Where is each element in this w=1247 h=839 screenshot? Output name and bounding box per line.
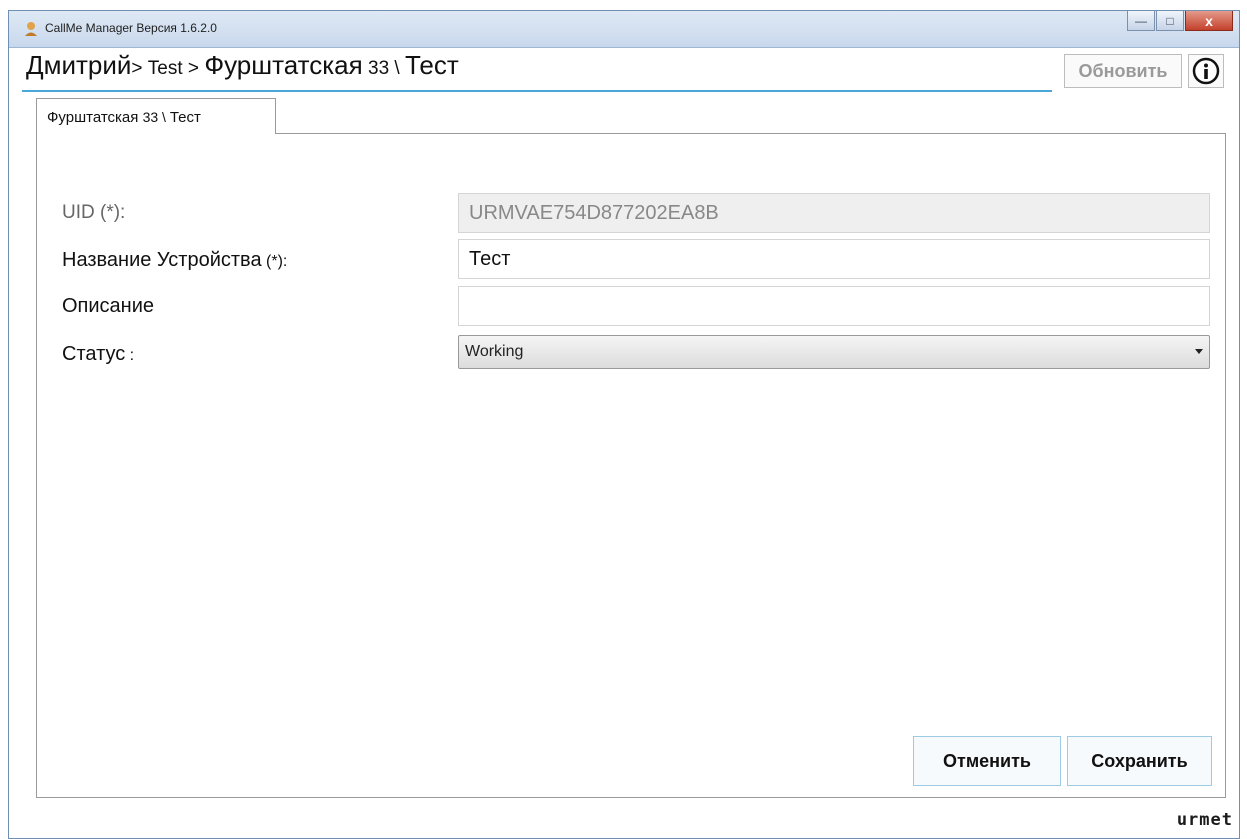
info-icon [1192, 57, 1220, 85]
window-controls: — □ x [1126, 11, 1233, 33]
description-label: Описание [62, 295, 155, 317]
maximize-button[interactable]: □ [1156, 11, 1184, 31]
status-selected-value: Working [465, 343, 524, 360]
uid-label: UID (*): [62, 202, 126, 223]
cancel-button[interactable]: Отменить [913, 736, 1061, 786]
breadcrumb-header: Дмитрий> Test > Фурштатская 33 \ Тест [22, 44, 1052, 92]
info-button[interactable] [1188, 54, 1224, 88]
urmet-logo: urmet [1176, 810, 1233, 830]
breadcrumb-separator: > [182, 58, 205, 79]
breadcrumb-number: 33 \ [362, 58, 405, 79]
save-button[interactable]: Сохранить [1067, 736, 1212, 786]
description-input[interactable] [458, 286, 1210, 326]
tab-label-number: 33 \ [142, 109, 170, 125]
breadcrumb-user[interactable]: Дмитрий [26, 50, 131, 80]
device-name-input[interactable]: Тест [458, 239, 1210, 279]
breadcrumb-group[interactable]: Test [148, 58, 183, 79]
tab-label-location: Фурштатская [47, 109, 143, 126]
minimize-icon: — [1135, 13, 1147, 28]
breadcrumb-device: Тест [404, 50, 459, 80]
dropdown-arrow-icon [1195, 349, 1203, 354]
close-button[interactable]: x [1185, 11, 1233, 31]
uid-value: URMVAE754D877202EA8B [469, 201, 719, 224]
window-title: CallMe Manager Версия 1.6.2.0 [45, 21, 217, 35]
refresh-button[interactable]: Обновить [1064, 54, 1182, 88]
close-icon: x [1205, 12, 1213, 29]
user-app-icon [25, 22, 37, 36]
breadcrumb-location[interactable]: Фурштатская [204, 50, 362, 80]
breadcrumb-separator: > [131, 58, 148, 79]
status-label-text: Статус [62, 343, 126, 365]
device-name-label: Название Устройства (*): [62, 249, 287, 272]
tab-device[interactable]: Фурштатская 33 \ Тест [36, 98, 276, 134]
device-name-required: (*): [261, 253, 288, 270]
device-name-label-text: Название Устройства [62, 249, 262, 271]
tab-label-device: Тест [169, 109, 201, 126]
maximize-icon: □ [1166, 13, 1174, 28]
status-label: Статус : [62, 343, 134, 366]
uid-field: URMVAE754D877202EA8B [458, 193, 1210, 233]
status-select[interactable]: Working [458, 335, 1210, 369]
minimize-button[interactable]: — [1127, 11, 1155, 31]
title-bar[interactable]: CallMe Manager Версия 1.6.2.0 — □ x [9, 11, 1239, 48]
device-name-value: Тест [469, 247, 511, 270]
status-label-colon: : [125, 347, 135, 364]
breadcrumb: Дмитрий> Test > Фурштатская 33 \ Тест [26, 50, 459, 81]
